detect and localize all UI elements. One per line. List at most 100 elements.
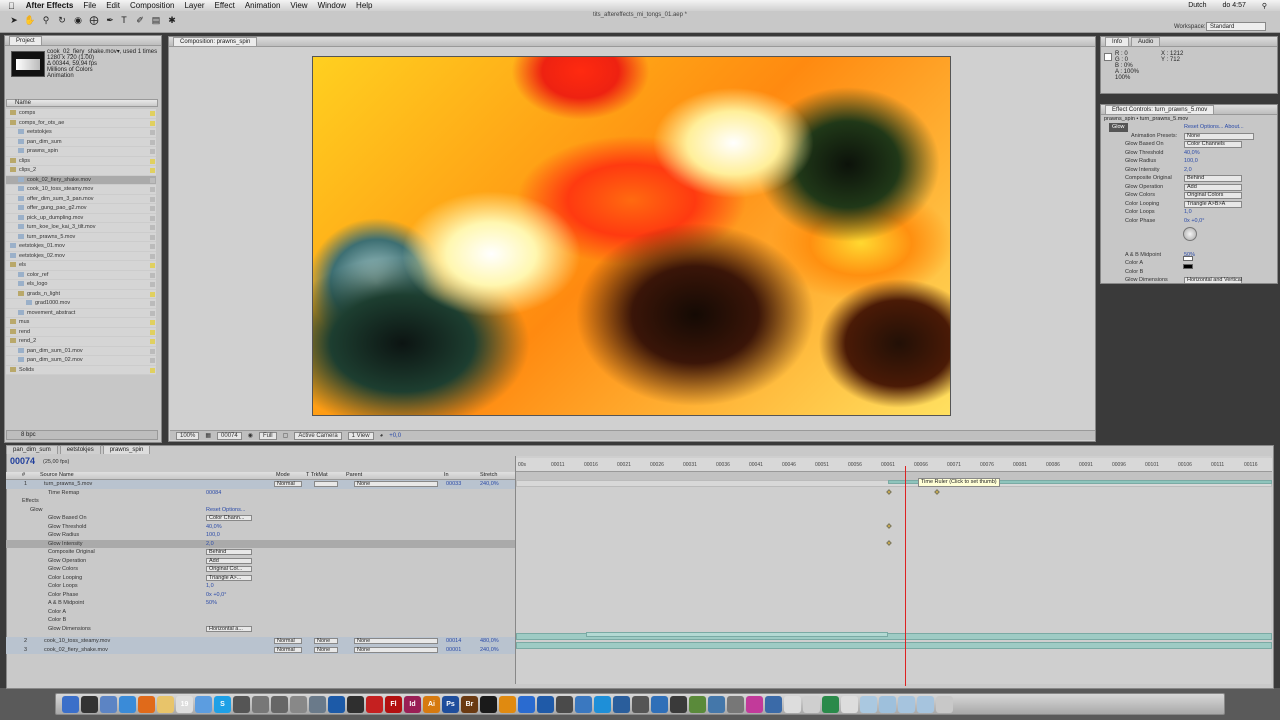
app-icon-30[interactable] [632,695,649,713]
effect-property-value[interactable]: 100,0 [1184,157,1198,166]
layer-name[interactable]: cook_02_fiery_shake.mov [44,646,108,655]
color-phase-dial-icon[interactable] [1183,227,1197,241]
label-color-swatch[interactable] [150,272,155,278]
label-color-swatch[interactable] [150,177,155,183]
label-color-swatch[interactable] [150,196,155,202]
app-icon-39[interactable] [803,695,820,713]
effect-property-value[interactable]: 0x +0,0° [1184,217,1204,226]
effect-property-value[interactable]: 40,0% [1184,149,1200,158]
exposure-icon[interactable]: ◕ [380,433,384,439]
app-icon-36[interactable] [746,695,763,713]
timeline-timecode[interactable]: 00074 [10,456,35,466]
label-color-swatch[interactable] [150,301,155,306]
app-icon-32[interactable] [670,695,687,713]
project-item[interactable]: offer_dim_sum_3_pan.mov [6,195,156,204]
app-icon-37[interactable] [765,695,782,713]
layer-trkmat-select[interactable]: None [314,646,338,653]
project-item[interactable]: pan_dim_sum_02.mov [6,356,156,366]
puppet-tool-icon[interactable]: ✱ [166,14,178,26]
tab-project[interactable]: Project [9,36,42,45]
project-item[interactable]: pick_up_dumpling.mov [6,214,156,223]
app-icon-40[interactable] [822,695,839,713]
project-item[interactable]: cook_10_toss_steamy.mov [6,185,156,195]
layer-mode-select[interactable]: Normal [274,481,302,487]
project-item[interactable]: color_ref [6,271,156,280]
property-value[interactable]: 100,0 [206,531,220,540]
label-color-swatch[interactable] [150,139,155,145]
clock[interactable]: do 4:57 [1218,2,1251,9]
layer-stretch[interactable]: 240,0% [480,646,499,655]
spotlight-icon[interactable]: ⚲ [1257,2,1272,10]
pen-tool-icon[interactable]: ✒ [104,14,116,26]
layer-name[interactable]: turn_prawns_5.mov [44,480,92,489]
label-color-swatch[interactable] [150,358,155,363]
project-item[interactable]: eetstokjes_01.mov [6,242,156,252]
timeline-property-row[interactable]: Glow Radius 100,0 [6,531,515,540]
label-color-swatch[interactable] [150,320,155,325]
timeline-property-row[interactable]: Glow Operation Add [6,557,515,566]
timeline-layer-row[interactable]: 1 turn_prawns_5.mov Normal None 00033 240,0% [6,480,515,489]
camera-select[interactable]: Active Camera [294,431,342,440]
timeline-property-row[interactable]: Glow Based On Color Chann... [6,514,515,523]
project-item[interactable]: prawns_spin [6,147,156,157]
menu-composition[interactable]: Composition [125,1,179,10]
layer-in[interactable]: 00033 [446,480,461,489]
finder-icon[interactable] [62,695,79,713]
timeline-property-row[interactable]: Color Loops 1,0 [6,582,515,591]
project-item[interactable]: mus [6,318,156,328]
project-item[interactable]: grad1000.mov [6,299,156,309]
label-color-swatch[interactable] [150,234,155,240]
skype-icon[interactable]: S [214,695,231,713]
timeline-property-row[interactable]: Effects [6,497,515,506]
property-value-select[interactable]: Add [206,557,252,564]
pan-behind-tool-icon[interactable]: ⨁ [88,14,100,26]
project-item[interactable]: comps [6,109,156,119]
color-a-swatch[interactable] [1183,256,1193,261]
apple-menu-icon[interactable]:  [0,1,21,11]
tab-info[interactable]: Info [1105,37,1130,46]
menu-window[interactable]: Window [313,1,351,10]
indesign-icon[interactable]: Id [404,695,421,713]
effect-property-value[interactable]: 1,0 [1184,208,1192,217]
layer-in[interactable]: 00014 [446,637,461,646]
property-value-select[interactable]: Original Col... [206,566,252,572]
project-item[interactable]: grads_n_light [6,290,156,299]
work-area-bar[interactable] [516,472,1272,480]
ichat-icon[interactable] [195,695,212,713]
itunes-icon[interactable] [233,695,250,713]
label-color-swatch[interactable] [150,291,155,297]
keyframe[interactable] [934,489,940,495]
layer-in[interactable]: 00001 [446,646,461,655]
ical-icon[interactable]: 19 [176,695,193,713]
timeline-property-row[interactable]: Color B [6,616,515,625]
keyframe[interactable] [886,489,892,495]
col-mode[interactable]: Mode [276,472,290,479]
menu-file[interactable]: File [78,1,101,10]
menu-animation[interactable]: Animation [240,1,286,10]
effect-property-value[interactable]: Behind [1184,175,1242,182]
label-color-swatch[interactable] [150,158,155,164]
property-value[interactable]: 50% [206,599,217,608]
col-source-name[interactable]: Source Name [40,472,74,479]
effect-property-value[interactable]: Horizontal and Vertical [1184,277,1242,284]
tab-pan-dim-sum[interactable]: pan_dim_sum [6,445,58,454]
app-icon-15[interactable] [347,695,364,713]
property-value[interactable]: 1,0 [206,582,214,591]
label-color-swatch[interactable] [150,120,155,126]
effect-property-value[interactable]: Triangle A>B>A [1184,200,1242,208]
trash-icon[interactable] [936,695,953,713]
label-color-swatch[interactable] [150,339,155,344]
illustrator-icon[interactable]: Ai [423,695,440,713]
effect-name[interactable]: Glow [1109,123,1128,132]
project-item[interactable]: offer_gung_pao_g2.mov [6,204,156,214]
composition-viewer[interactable] [312,56,951,416]
project-item[interactable]: clips [6,157,156,166]
project-item[interactable]: els [6,261,156,271]
property-value[interactable]: 0x +0,0° [206,591,226,600]
app-icon-13[interactable] [309,695,326,713]
app-icon-41[interactable] [841,695,858,713]
firefox-icon[interactable] [138,695,155,713]
project-item[interactable]: eetstokjes_02.mov [6,252,156,261]
workspace-select[interactable]: Standard [1206,22,1266,31]
label-color-swatch[interactable] [150,225,155,230]
